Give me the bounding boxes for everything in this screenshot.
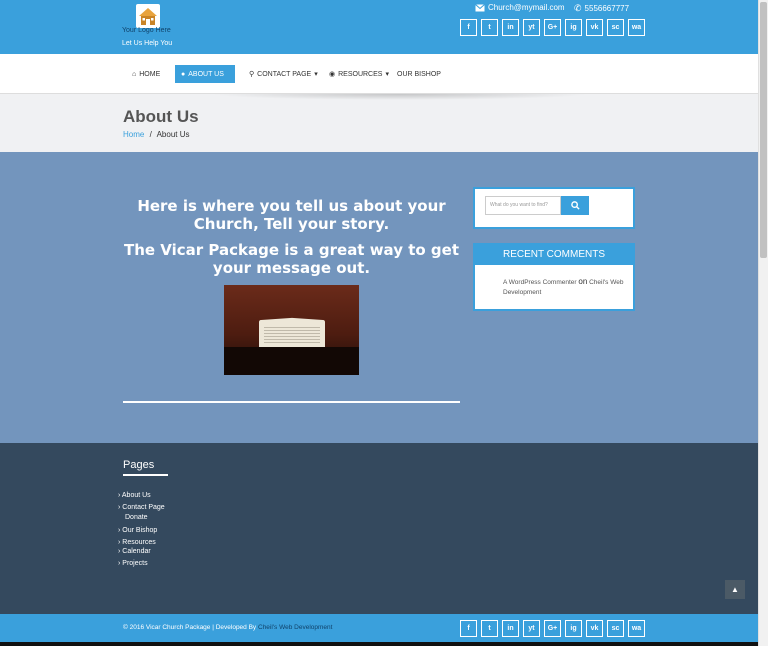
instagram-icon[interactable]: ig bbox=[565, 19, 582, 36]
nav-label: ABOUT US bbox=[188, 70, 224, 78]
info-icon: ● bbox=[181, 70, 186, 78]
phone-text: 5556667777 bbox=[584, 4, 630, 13]
footer-link-about-us[interactable]: › About Us bbox=[118, 492, 151, 499]
search-widget: What do you want to find? bbox=[473, 187, 635, 229]
church-logo-icon[interactable] bbox=[135, 3, 161, 29]
search-icon bbox=[570, 201, 580, 210]
back-to-top-button[interactable]: ▲ bbox=[725, 580, 745, 599]
vk-icon[interactable]: vk bbox=[586, 620, 603, 637]
chevron-up-icon: ▲ bbox=[731, 585, 739, 594]
comment-on: on bbox=[578, 277, 588, 286]
linkedin-icon[interactable]: in bbox=[502, 19, 519, 36]
footer bbox=[0, 443, 758, 614]
bible-text-lines bbox=[264, 325, 320, 343]
linkedin-icon[interactable]: in bbox=[502, 620, 519, 637]
nav-label: CONTACT PAGE bbox=[257, 70, 312, 78]
recent-comments-title: RECENT COMMENTS bbox=[475, 245, 633, 265]
open-bible-image bbox=[224, 285, 359, 375]
footer-link-projects[interactable]: › Projects bbox=[118, 560, 148, 567]
nav-item-contact-page[interactable]: ⚲ CONTACT PAGE ▾ bbox=[243, 65, 324, 83]
google-plus-icon[interactable]: G+ bbox=[544, 620, 561, 637]
page-title: About Us bbox=[123, 107, 199, 126]
comment-author[interactable]: A WordPress Commenter bbox=[503, 279, 577, 286]
snapchat-icon[interactable]: sc bbox=[607, 19, 624, 36]
content-divider bbox=[123, 401, 460, 403]
nav-item-resources[interactable]: ◉ RESOURCES ▾ bbox=[323, 65, 395, 83]
envelope-icon bbox=[475, 3, 485, 11]
breadcrumb-separator: / bbox=[149, 130, 152, 139]
header-social-links: f t in yt G+ ig vk sc wa bbox=[460, 19, 645, 36]
phone-icon: ✆ bbox=[574, 3, 582, 13]
window-bottom-edge bbox=[0, 642, 768, 646]
facebook-icon[interactable]: f bbox=[460, 620, 477, 637]
breadcrumb: Home / About Us bbox=[123, 130, 190, 139]
chevron-down-icon: ▾ bbox=[385, 71, 389, 78]
email-contact[interactable]: Church@mymail.com bbox=[475, 3, 565, 12]
link-label: About Us bbox=[121, 492, 151, 499]
copyright-label: © 2016 Vicar Church Package | Developed … bbox=[123, 624, 257, 631]
top-header: Your Logo Here Let Us Help You Church@my… bbox=[0, 0, 758, 54]
recent-comments-widget: RECENT COMMENTS A WordPress Commenter on… bbox=[473, 243, 635, 311]
link-label: Projects bbox=[122, 560, 148, 567]
footer-link-contact-page[interactable]: › Contact Page bbox=[118, 504, 165, 511]
footer-pages-title: Pages bbox=[123, 459, 155, 471]
twitter-icon[interactable]: t bbox=[481, 19, 498, 36]
search-input[interactable]: What do you want to find? bbox=[485, 196, 561, 215]
page-title-band bbox=[0, 94, 758, 152]
link-label: Contact Page bbox=[122, 504, 165, 511]
email-text: Church@mymail.com bbox=[488, 3, 565, 12]
whatsapp-icon[interactable]: wa bbox=[628, 19, 645, 36]
snapchat-icon[interactable]: sc bbox=[607, 620, 624, 637]
nav-label: HOME bbox=[139, 70, 161, 78]
table-surface bbox=[224, 347, 359, 375]
footer-link-calendar[interactable]: › Calendar bbox=[118, 548, 151, 555]
nav-label: RESOURCES bbox=[338, 70, 383, 78]
facebook-icon[interactable]: f bbox=[460, 19, 477, 36]
home-icon: ⌂ bbox=[132, 70, 137, 78]
footer-link-resources[interactable]: › Resources bbox=[118, 539, 156, 546]
copyright-text: © 2016 Vicar Church Package | Developed … bbox=[123, 624, 332, 631]
content-headline-1: Here is where you tell us about your Chu… bbox=[137, 197, 446, 233]
nav-item-home[interactable]: ⌂ HOME bbox=[126, 65, 166, 83]
logo-text: Your Logo Here bbox=[122, 27, 171, 34]
link-label: Resources bbox=[122, 539, 156, 546]
footer-link-our-bishop[interactable]: › Our Bishop bbox=[118, 527, 157, 534]
breadcrumb-home-link[interactable]: Home bbox=[123, 130, 144, 139]
tagline: Let Us Help You bbox=[122, 40, 173, 47]
scrollbar-thumb[interactable] bbox=[760, 2, 767, 258]
main-navigation: ⌂ HOME ● ABOUT US ⚲ CONTACT PAGE ▾ ◉ RES… bbox=[0, 54, 758, 94]
vertical-scrollbar[interactable] bbox=[758, 0, 768, 646]
twitter-icon[interactable]: t bbox=[481, 620, 498, 637]
youtube-icon[interactable]: yt bbox=[523, 19, 540, 36]
link-label: Calendar bbox=[122, 548, 151, 555]
nav-item-about-us[interactable]: ● ABOUT US bbox=[175, 65, 235, 83]
footer-social-links: f t in yt G+ ig vk sc wa bbox=[460, 620, 645, 637]
link-label: Donate bbox=[125, 514, 148, 521]
content-headline-2: The Vicar Package is a great way to get … bbox=[123, 241, 460, 277]
chevron-down-icon: ▾ bbox=[314, 71, 318, 78]
main-content bbox=[0, 152, 758, 443]
phone-contact[interactable]: ✆ 5556667777 bbox=[574, 3, 629, 14]
nav-item-our-bishop[interactable]: OUR BISHOP bbox=[391, 65, 447, 83]
nav-label: OUR BISHOP bbox=[397, 70, 441, 78]
decorative-shadow bbox=[210, 94, 590, 100]
breadcrumb-current: About Us bbox=[156, 130, 190, 139]
whatsapp-icon[interactable]: wa bbox=[628, 620, 645, 637]
footer-title-underline bbox=[123, 474, 168, 476]
footer-link-donate[interactable]: Donate bbox=[125, 514, 148, 521]
search-button[interactable] bbox=[561, 196, 589, 215]
developer-link[interactable]: Cheil's Web Development bbox=[258, 624, 332, 631]
youtube-icon[interactable]: yt bbox=[523, 620, 540, 637]
instagram-icon[interactable]: ig bbox=[565, 620, 582, 637]
recent-comment-item: A WordPress Commenter on Cheil's Web Dev… bbox=[475, 265, 633, 298]
resources-icon: ◉ bbox=[329, 71, 336, 78]
link-label: Our Bishop bbox=[122, 527, 158, 534]
location-icon: ⚲ bbox=[249, 71, 255, 78]
google-plus-icon[interactable]: G+ bbox=[544, 19, 561, 36]
vk-icon[interactable]: vk bbox=[586, 19, 603, 36]
